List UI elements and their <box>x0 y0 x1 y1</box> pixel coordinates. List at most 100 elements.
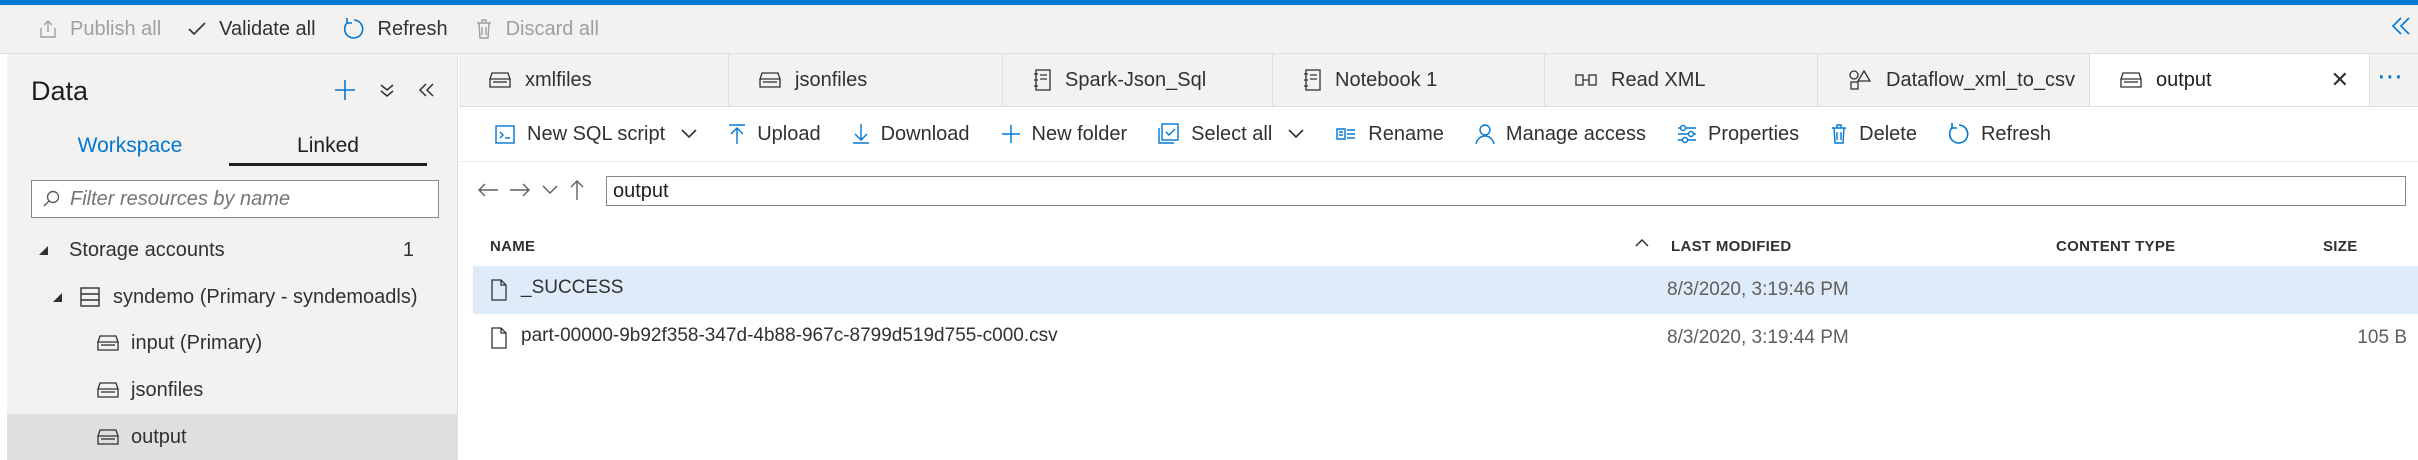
properties-label: Properties <box>1707 122 1800 145</box>
refresh-icon <box>343 18 363 39</box>
tab-xmlfiles[interactable]: xmlfiles <box>459 54 729 106</box>
double-chevron-left-icon[interactable] <box>2390 15 2412 37</box>
tab-label: Spark-Json_Sql <box>1065 68 1207 91</box>
table-row[interactable]: part-00000-9b92f358-347d-4b88-967c-8799d… <box>473 314 2418 362</box>
path-input[interactable] <box>606 176 2406 206</box>
arrow-right-icon[interactable] <box>509 182 531 198</box>
tab-linked[interactable]: Linked <box>229 126 427 166</box>
dataflow-icon <box>1849 69 1872 90</box>
container-label: output <box>131 425 187 448</box>
document-tabs: xmlfiles jsonfiles Spark-Json_Sql Notebo… <box>459 54 2418 107</box>
download-button[interactable]: Download <box>851 123 970 146</box>
notebook-icon <box>1304 69 1321 91</box>
tab-notebook-1[interactable]: Notebook 1 <box>1273 54 1545 106</box>
tab-workspace[interactable]: Workspace <box>31 126 229 166</box>
notebook-icon <box>1034 69 1051 91</box>
rename-button[interactable]: Rename <box>1334 123 1444 146</box>
upload-button[interactable]: Upload <box>727 123 821 146</box>
close-icon[interactable]: ✕ <box>2331 67 2349 93</box>
filter-input[interactable] <box>70 187 430 211</box>
command-bar: Publish all Validate all Refresh Discard… <box>0 5 2418 54</box>
download-label: Download <box>880 122 970 145</box>
rename-label: Rename <box>1368 122 1444 145</box>
column-name[interactable]: NAME <box>490 238 535 255</box>
arrow-up-icon[interactable] <box>569 179 585 201</box>
rename-icon <box>1336 128 1356 140</box>
more-tabs-icon[interactable]: ⋯ <box>2370 54 2410 106</box>
file-last-modified: 8/3/2020, 3:19:44 PM <box>1667 327 1849 348</box>
container-label: input (Primary) <box>131 331 263 354</box>
person-icon <box>1475 124 1495 145</box>
new-folder-button[interactable]: New folder <box>1000 122 1128 146</box>
storage-accounts-label: Storage accounts <box>69 238 225 261</box>
pipeline-icon <box>1575 74 1597 86</box>
tree-storage-accounts[interactable]: Storage accounts 1 <box>7 227 458 273</box>
tab-spark-json-sql[interactable]: Spark-Json_Sql <box>1003 54 1273 106</box>
data-panel-actions <box>333 78 435 102</box>
delete-button[interactable]: Delete <box>1829 123 1917 146</box>
tab-label: Notebook 1 <box>1335 68 1438 91</box>
table-row[interactable]: _SUCCESS 8/3/2020, 3:19:46 PM <box>473 266 2418 314</box>
column-size[interactable]: SIZE <box>2323 238 2358 255</box>
tree-container-input[interactable]: input (Primary) <box>7 320 458 366</box>
chevron-down-icon <box>681 129 697 139</box>
file-name: part-00000-9b92f358-347d-4b88-967c-8799d… <box>521 325 1058 346</box>
sql-script-icon <box>495 125 515 144</box>
tab-dataflow-xml-to-csv[interactable]: Dataflow_xml_to_csv <box>1818 54 2090 106</box>
refresh-files-button[interactable]: Refresh <box>1947 122 2051 146</box>
column-content-type[interactable]: CONTENT TYPE <box>2056 238 2175 255</box>
tree-container-jsonfiles[interactable]: jsonfiles <box>7 367 458 413</box>
discard-all-label: Discard all <box>505 17 599 40</box>
chevron-double-down-icon[interactable] <box>379 82 395 98</box>
add-icon[interactable] <box>333 78 357 102</box>
trash-icon <box>1832 124 1847 144</box>
arrow-left-icon[interactable] <box>477 182 499 198</box>
tab-read-xml[interactable]: Read XML <box>1545 54 1818 106</box>
double-chevron-left-icon[interactable] <box>417 81 435 99</box>
new-folder-label: New folder <box>1031 122 1128 145</box>
discard-all-button[interactable]: Discard all <box>474 18 599 41</box>
file-size: 105 B <box>2357 327 2407 348</box>
publish-icon <box>40 20 56 38</box>
tree-container-output[interactable]: output <box>7 414 458 460</box>
file-table: NAME LAST MODIFIED CONTENT TYPE SIZE _SU… <box>473 226 2418 362</box>
properties-button[interactable]: Properties <box>1676 123 1799 146</box>
refresh-icon <box>1948 123 1969 144</box>
column-last-modified[interactable]: LAST MODIFIED <box>1671 238 1792 255</box>
file-name: _SUCCESS <box>521 277 624 298</box>
validate-all-button[interactable]: Validate all <box>187 18 316 41</box>
tab-label: jsonfiles <box>795 68 868 91</box>
search-icon <box>43 190 60 207</box>
tab-output[interactable]: output ✕ <box>2090 54 2370 106</box>
data-panel-tabs: Workspace Linked <box>31 126 427 166</box>
tab-label: xmlfiles <box>525 68 592 91</box>
download-icon <box>852 124 869 144</box>
sort-ascending-icon[interactable] <box>1635 238 1649 248</box>
publish-all-button[interactable]: Publish all <box>38 18 161 41</box>
container-icon <box>97 382 119 398</box>
select-all-button[interactable]: Select all <box>1157 123 1304 146</box>
container-icon <box>489 72 511 88</box>
select-all-icon <box>1158 123 1179 144</box>
path-bar <box>459 172 2418 208</box>
caret-down-icon <box>53 293 62 302</box>
tab-label: Read XML <box>1611 68 1706 91</box>
refresh-button[interactable]: Refresh <box>342 17 448 41</box>
filter-box <box>31 180 439 218</box>
table-header: NAME LAST MODIFIED CONTENT TYPE SIZE <box>473 226 2418 266</box>
trash-icon <box>476 19 491 39</box>
file-icon <box>491 327 507 349</box>
container-icon <box>759 72 781 88</box>
account-label: syndemo (Primary - syndemoadls) <box>113 285 418 308</box>
storage-accounts-count: 1 <box>402 238 414 261</box>
tab-jsonfiles[interactable]: jsonfiles <box>729 54 1003 106</box>
upload-icon <box>729 124 746 144</box>
delete-label: Delete <box>1859 122 1917 145</box>
tab-label: Dataflow_xml_to_csv <box>1886 68 2075 91</box>
properties-icon <box>1677 124 1696 144</box>
chevron-down-icon[interactable] <box>541 184 559 196</box>
storage-account-icon <box>80 287 100 307</box>
tree-account-syndemo[interactable]: syndemo (Primary - syndemoadls) <box>7 274 458 320</box>
new-sql-script-button[interactable]: New SQL script <box>495 123 697 146</box>
manage-access-button[interactable]: Manage access <box>1474 123 1646 146</box>
